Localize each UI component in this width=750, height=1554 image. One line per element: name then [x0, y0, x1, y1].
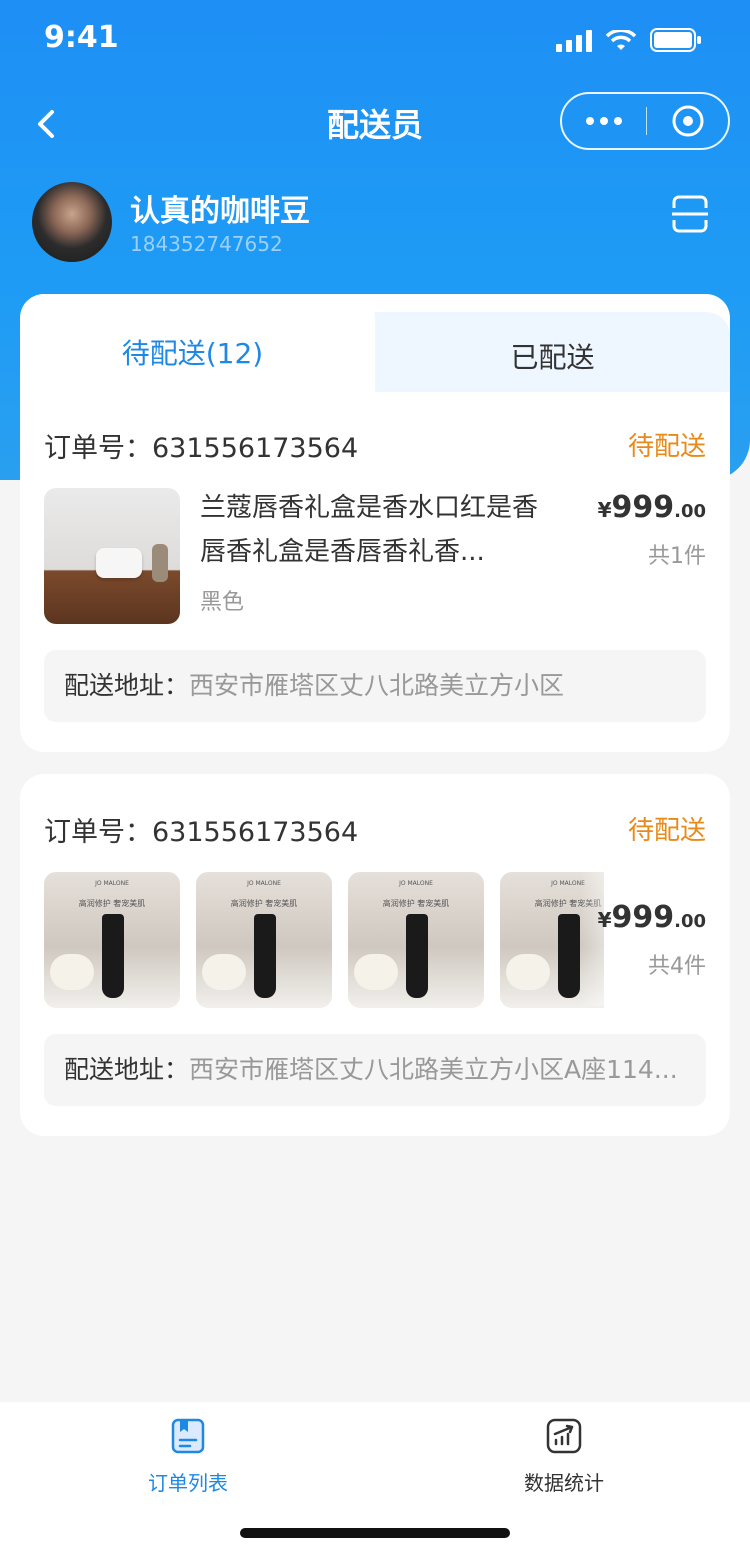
signal-icon: [556, 30, 592, 52]
order-status: 待配送: [627, 816, 706, 846]
order-card: 订单号：631556173564 待配送 JO MALONE 高润修护 奢宠美肌…: [20, 774, 730, 1136]
flower-shape: [202, 954, 246, 990]
order-status: 待配送: [627, 432, 706, 462]
tabbar-label: 数据统计: [524, 1471, 604, 1495]
user-info: 认真的咖啡豆 184352747652: [32, 182, 722, 262]
order-card: 待配送(12) 已配送 订单号：631556173564 待配送 兰蔻唇香礼盒是…: [20, 294, 730, 752]
tab-pending[interactable]: 待配送(12): [20, 332, 365, 372]
close-capsule-button[interactable]: [647, 104, 728, 138]
more-icon[interactable]: [562, 117, 646, 125]
record-circle-icon: [672, 105, 703, 137]
product-tagline: 高润修护 奢宠美肌: [230, 899, 298, 908]
product-brand: JO MALONE: [95, 880, 129, 887]
order-list-icon: [171, 1418, 205, 1454]
status-bar: 9:41: [0, 0, 750, 84]
price-decimal: .00: [674, 501, 706, 522]
price-decimal: .00: [674, 911, 706, 932]
order-number-row: 订单号：631556173564: [44, 810, 358, 849]
stats-icon: [546, 1418, 582, 1454]
user-phone: 184352747652: [130, 232, 283, 256]
address-label: 配送地址：: [64, 1055, 190, 1084]
item-count: 共4件: [648, 954, 706, 979]
flower-shape: [506, 954, 550, 990]
order-number: 631556173564: [152, 433, 359, 464]
wifi-icon: [606, 30, 636, 50]
price-symbol: ¥: [597, 498, 612, 522]
product-name[interactable]: 兰蔻唇香礼盒是香水口红是香唇香礼盒是香唇香礼香...: [200, 486, 560, 574]
address-value: 西安市雁塔区丈八北路美立方小区: [189, 671, 565, 700]
delivery-address: 配送地址：西安市雁塔区丈八北路美立方小区A座114...: [44, 1034, 706, 1106]
product-tagline: 高润修护 奢宠美肌: [78, 899, 146, 908]
order-number-label: 订单号：: [44, 433, 152, 464]
user-name: 认真的咖啡豆: [130, 194, 310, 229]
price-symbol: ¥: [597, 908, 612, 932]
price-integer: 999: [611, 900, 675, 935]
flower-shape: [354, 954, 398, 990]
product-spec: 黑色: [200, 590, 245, 615]
vase-shape: [152, 544, 168, 582]
battery-icon: [650, 28, 701, 52]
delivery-address: 配送地址：西安市雁塔区丈八北路美立方小区: [44, 650, 706, 722]
order-number-label: 订单号：: [44, 817, 152, 848]
product-price: ¥999.00: [598, 900, 706, 935]
router-shape: [96, 548, 142, 578]
scan-icon[interactable]: [670, 194, 710, 234]
item-count: 共1件: [648, 544, 706, 569]
address-label: 配送地址：: [64, 671, 190, 700]
tabbar-label: 订单列表: [148, 1471, 228, 1495]
order-number-row: 订单号：631556173564: [44, 426, 358, 465]
product-image[interactable]: [44, 488, 180, 624]
miniprogram-capsule: [560, 92, 730, 150]
tabbar-item-order-list[interactable]: 订单列表: [88, 1418, 288, 1496]
product-image[interactable]: JO MALONE 高润修护 奢宠美肌: [44, 872, 180, 1008]
status-time: 9:41: [44, 20, 119, 55]
nav-bar: 配送员: [0, 90, 750, 154]
tabbar-item-stats[interactable]: 数据统计: [464, 1418, 664, 1496]
product-price: ¥999.00: [598, 490, 706, 525]
status-icons: [556, 28, 702, 52]
tube-shape: [558, 914, 580, 998]
product-tagline: 高润修护 奢宠美肌: [382, 899, 450, 908]
avatar: [32, 182, 112, 262]
flower-shape: [50, 954, 94, 990]
tube-shape: [254, 914, 276, 998]
product-image[interactable]: JO MALONE 高润修护 奢宠美肌: [196, 872, 332, 1008]
product-brand: JO MALONE: [247, 880, 281, 887]
scroll-fade: [580, 870, 640, 1006]
tube-shape: [102, 914, 124, 998]
product-brand: JO MALONE: [399, 880, 433, 887]
product-image[interactable]: JO MALONE 高润修护 奢宠美肌: [348, 872, 484, 1008]
order-number: 631556173564: [152, 817, 359, 848]
home-indicator: [240, 1528, 510, 1538]
address-value: 西安市雁塔区丈八北路美立方小区A座114...: [189, 1055, 678, 1084]
tube-shape: [406, 914, 428, 998]
tab-delivered[interactable]: 已配送: [375, 336, 730, 376]
price-integer: 999: [611, 490, 675, 525]
